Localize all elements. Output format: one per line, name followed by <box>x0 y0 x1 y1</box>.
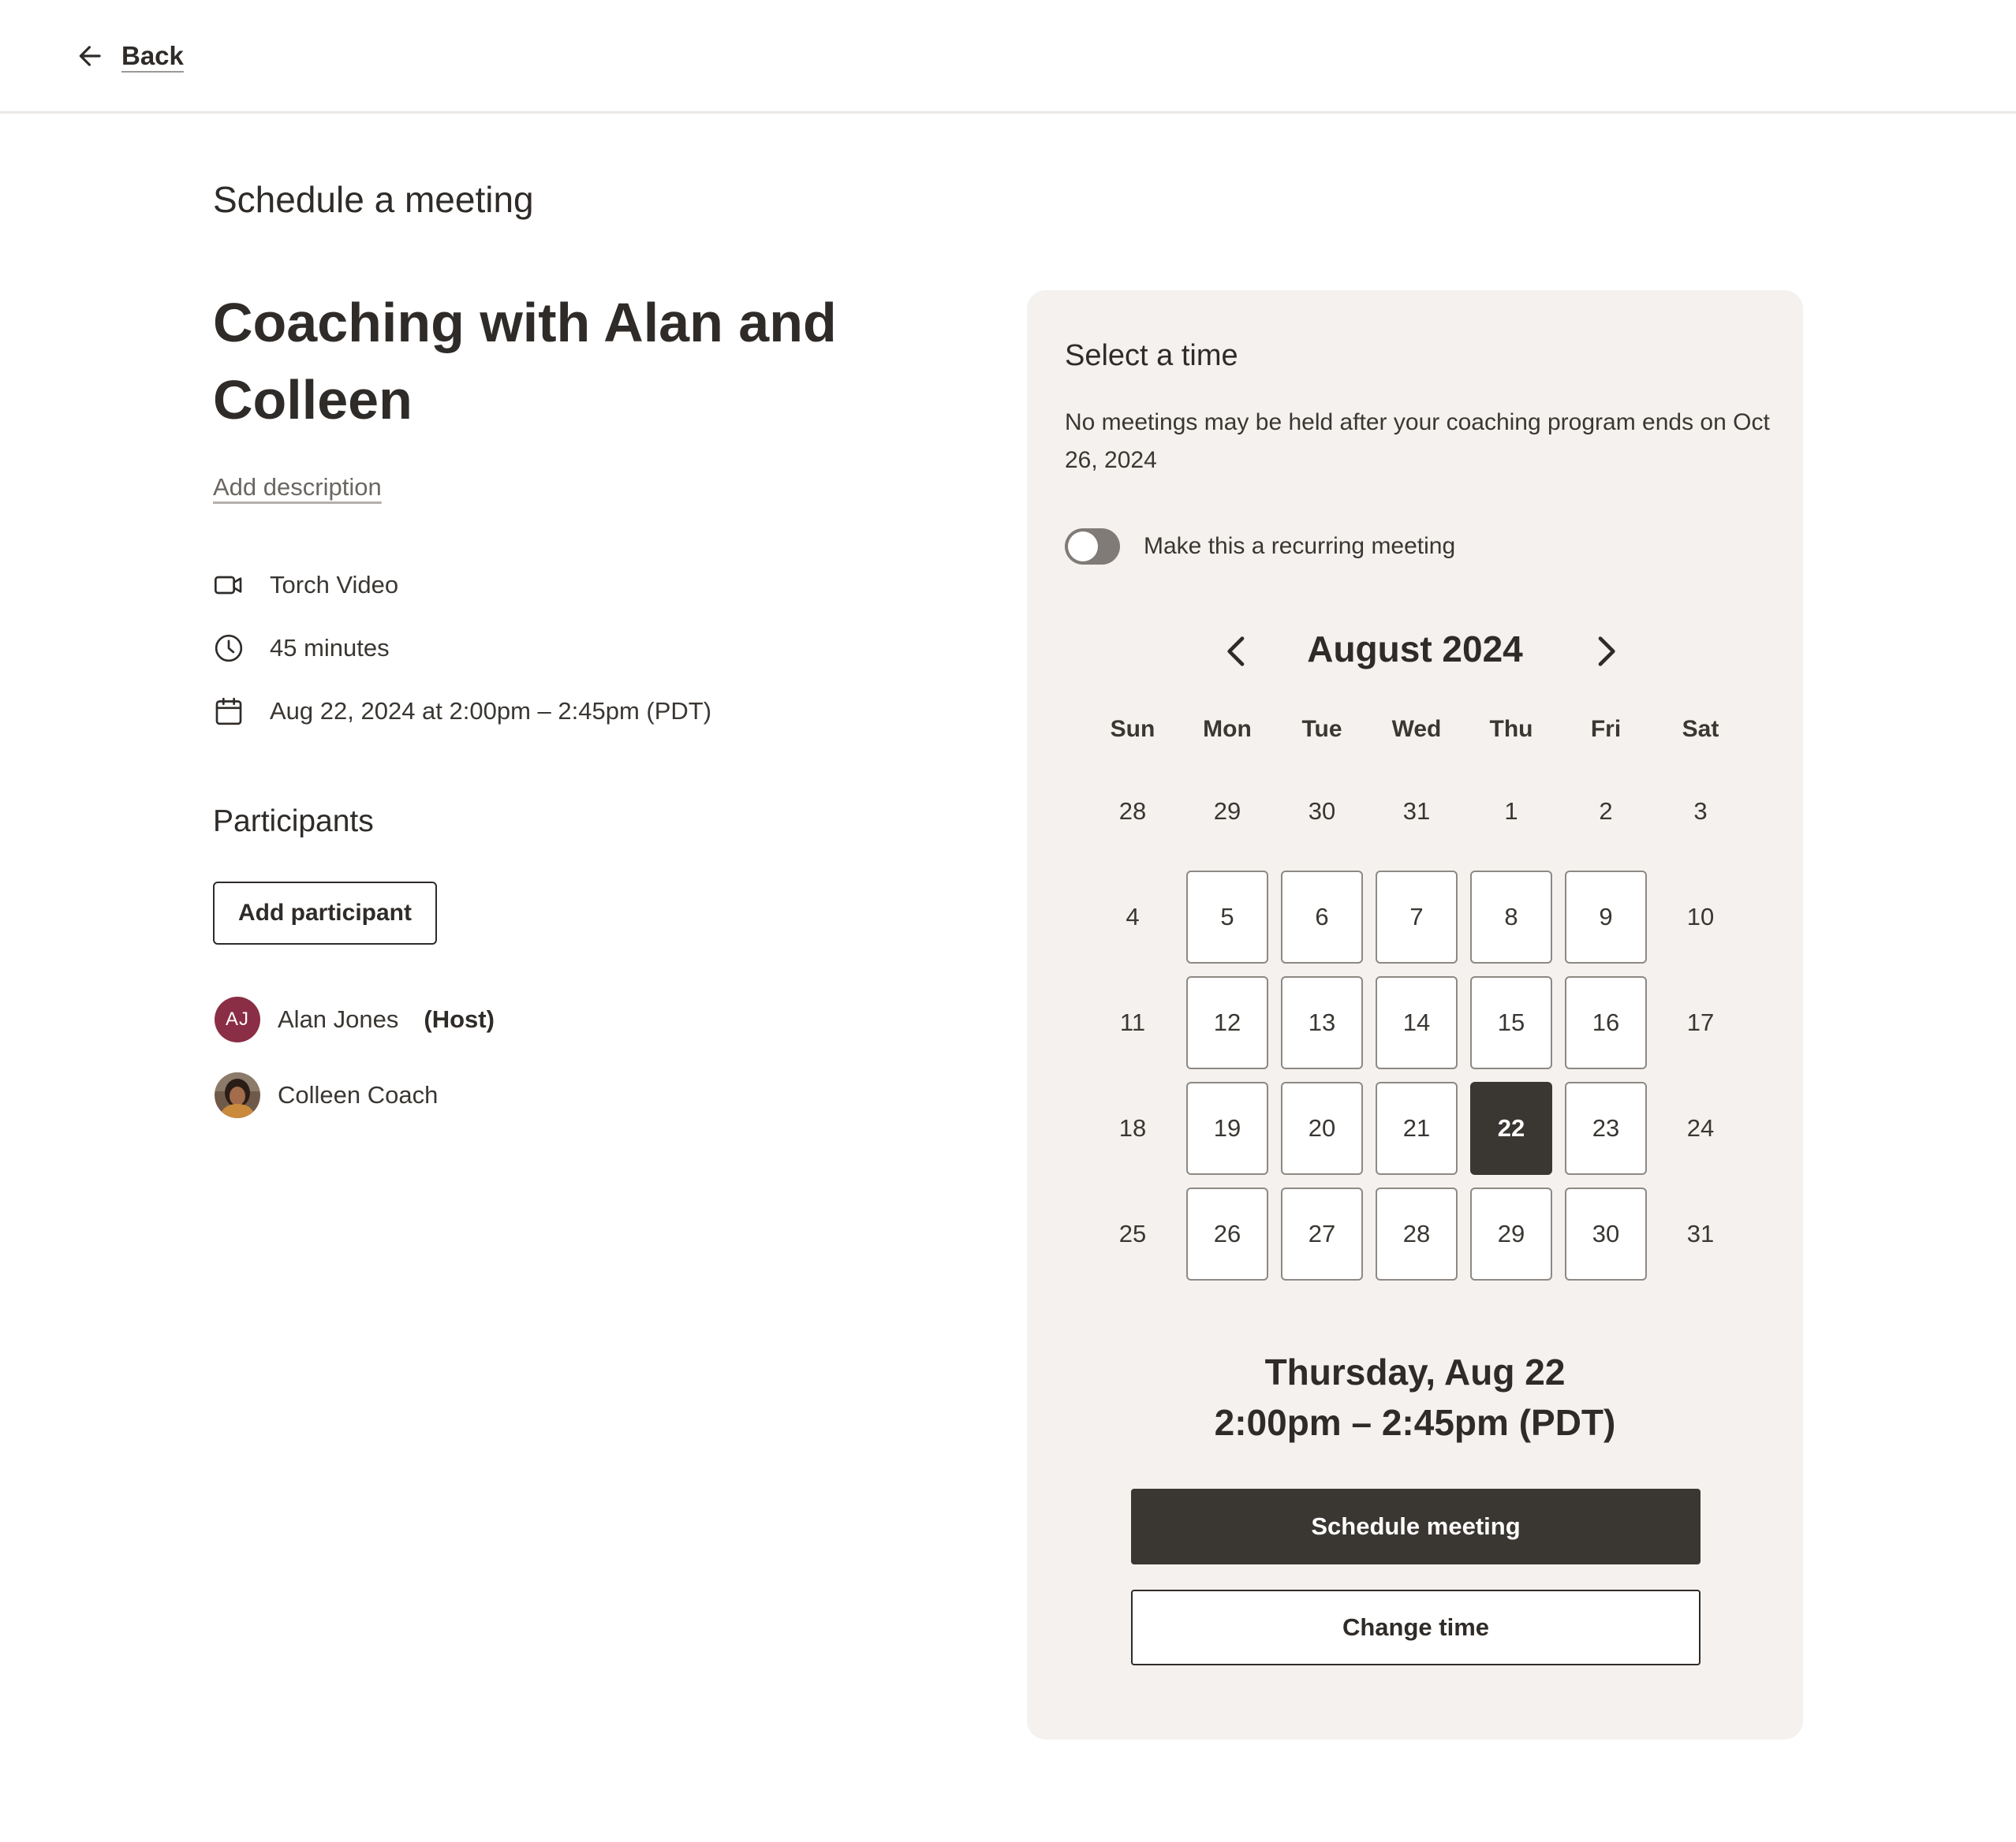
calendar-day[interactable]: 6 <box>1281 871 1363 964</box>
meeting-info: Coaching with Alan and Colleen Add descr… <box>213 284 939 502</box>
calendar-day: 2 <box>1599 797 1613 825</box>
calendar-day: 10 <box>1686 903 1715 930</box>
calendar-day[interactable]: 16 <box>1565 976 1647 1069</box>
calendar-day[interactable]: 20 <box>1281 1082 1363 1175</box>
meeting-details: Torch Video 45 minutes Aug 22, 2024 at 2… <box>213 566 711 755</box>
calendar-day[interactable]: 12 <box>1186 976 1268 1069</box>
add-description-link[interactable]: Add description <box>213 473 382 502</box>
calendar-day[interactable]: 19 <box>1186 1082 1268 1175</box>
detail-duration-text: 45 minutes <box>270 634 390 662</box>
weekday-thu: Thu <box>1489 716 1533 742</box>
calendar-day[interactable]: 27 <box>1281 1188 1363 1281</box>
calendar-day[interactable]: 13 <box>1281 976 1363 1069</box>
calendar-day[interactable]: 30 <box>1565 1188 1647 1281</box>
recurring-label: Make this a recurring meeting <box>1144 533 1456 559</box>
detail-datetime: Aug 22, 2024 at 2:00pm – 2:45pm (PDT) <box>213 692 711 730</box>
weekday-sat: Sat <box>1682 716 1719 742</box>
calendar-day[interactable]: 15 <box>1470 976 1552 1069</box>
calendar-day: 29 <box>1213 797 1241 825</box>
selected-summary: Thursday, Aug 22 2:00pm – 2:45pm (PDT) <box>1027 1347 1803 1448</box>
participant-name: Colleen Coach <box>278 1081 439 1109</box>
weekday-fri: Fri <box>1590 716 1622 742</box>
weekday-tue: Tue <box>1301 716 1342 742</box>
calendar-icon <box>215 697 242 725</box>
recurring-toggle[interactable] <box>1065 528 1120 565</box>
meeting-title: Coaching with Alan and Colleen <box>213 292 837 431</box>
detail-location-text: Torch Video <box>270 571 399 598</box>
weekday-mon: Mon <box>1203 716 1252 742</box>
calendar-day: 1 <box>1504 797 1518 825</box>
calendar-day: 11 <box>1119 1009 1146 1036</box>
calendar-day[interactable]: 8 <box>1470 871 1552 964</box>
selected-time: 2:00pm – 2:45pm (PDT) <box>1214 1402 1616 1443</box>
selected-date: Thursday, Aug 22 <box>1264 1352 1566 1393</box>
chevron-right-icon[interactable] <box>1584 629 1628 673</box>
avatar-photo <box>215 1072 260 1118</box>
calendar-day: 3 <box>1693 797 1708 825</box>
calendar-day: 28 <box>1118 797 1147 825</box>
calendar-day[interactable]: 23 <box>1565 1082 1647 1175</box>
calendar-day: 30 <box>1308 797 1336 825</box>
video-camera-icon <box>215 576 242 595</box>
month-label: August 2024 <box>1307 628 1523 669</box>
participants-heading: Participants <box>213 804 374 838</box>
calendar-day[interactable]: 29 <box>1470 1188 1552 1281</box>
back-button[interactable]: Back <box>76 38 184 74</box>
calendar-day: 4 <box>1126 903 1140 930</box>
calendar-day[interactable]: 21 <box>1376 1082 1458 1175</box>
calendar-day: 31 <box>1686 1220 1715 1247</box>
add-participant-button[interactable]: Add participant <box>213 882 437 945</box>
page-title: Schedule a meeting <box>213 179 534 220</box>
calendar-header: August 2024 <box>1027 620 1803 683</box>
schedule-meeting-button[interactable]: Schedule meeting <box>1131 1489 1701 1564</box>
calendar-day: 25 <box>1118 1220 1147 1247</box>
calendar-day[interactable]: 26 <box>1186 1188 1268 1281</box>
weekday-wed: Wed <box>1391 716 1442 742</box>
change-time-button[interactable]: Change time <box>1131 1590 1701 1665</box>
clock-icon <box>215 634 243 662</box>
detail-location: Torch Video <box>213 566 711 604</box>
participant-item: Colleen Coach <box>215 1072 438 1118</box>
program-end-note: No meetings may be held after your coach… <box>1065 409 1770 473</box>
select-time-heading: Select a time <box>1065 339 1238 372</box>
calendar-day[interactable]: 5 <box>1186 871 1268 964</box>
participant-name: Alan Jones <box>278 1005 399 1033</box>
avatar: AJ <box>215 997 260 1042</box>
host-label: (Host) <box>424 1005 495 1033</box>
recurring-toggle-row[interactable]: Make this a recurring meeting <box>1065 528 1455 565</box>
calendar-day: 17 <box>1686 1009 1715 1036</box>
weekday-sun: Sun <box>1110 716 1155 742</box>
top-bar: Back <box>0 0 2016 114</box>
calendar-day[interactable]: 7 <box>1376 871 1458 964</box>
participant-item: AJ Alan Jones (Host) <box>215 997 495 1042</box>
arrow-left-icon <box>79 46 101 66</box>
calendar-day-selected[interactable]: 22 <box>1470 1082 1552 1175</box>
calendar-day: 24 <box>1686 1114 1715 1142</box>
select-time-panel: Select a time No meetings may be held af… <box>1027 290 1803 1739</box>
detail-duration: 45 minutes <box>213 629 711 667</box>
calendar-day: 31 <box>1402 797 1431 825</box>
calendar-day[interactable]: 14 <box>1376 976 1458 1069</box>
calendar-day[interactable]: 28 <box>1376 1188 1458 1281</box>
calendar-day[interactable]: 9 <box>1565 871 1647 964</box>
detail-datetime-text: Aug 22, 2024 at 2:00pm – 2:45pm (PDT) <box>270 697 712 725</box>
calendar-day: 18 <box>1118 1114 1147 1142</box>
back-label: Back <box>121 41 184 70</box>
toggle-knob <box>1068 531 1098 561</box>
